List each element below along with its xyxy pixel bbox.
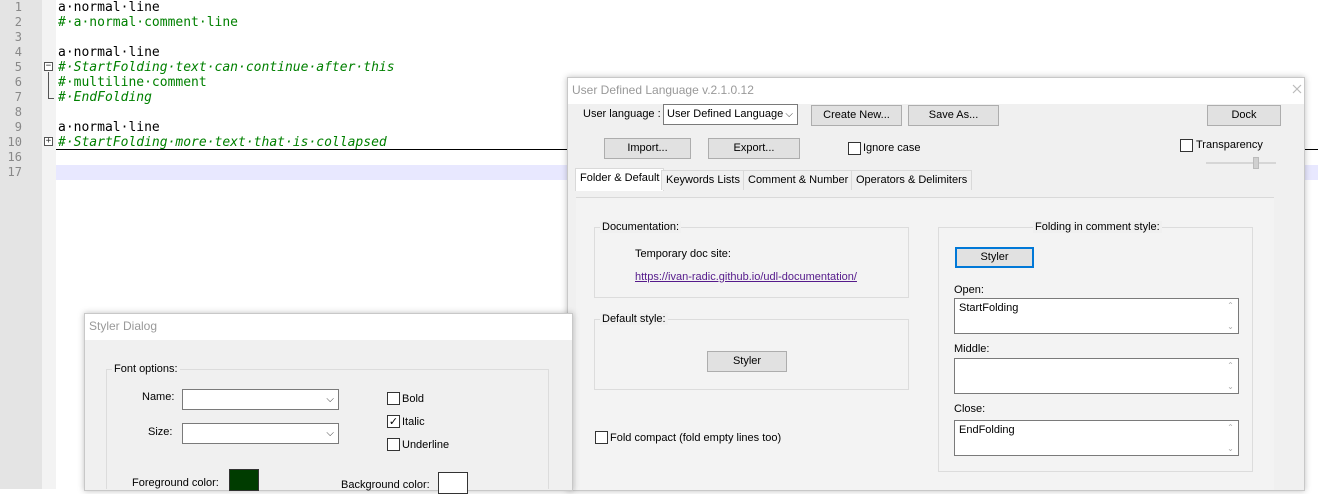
scroll-up-icon[interactable]: ⌃ [1226,361,1235,370]
bold-checkbox[interactable] [387,392,400,405]
background-color-swatch[interactable] [438,472,468,494]
transparency-slider-track[interactable] [1206,162,1276,164]
chevron-down-icon: ⌵ [326,428,334,439]
scroll-down-icon[interactable]: ⌄ [1226,322,1235,331]
line-number: 4 [14,45,22,59]
transparency-slider-thumb[interactable] [1253,157,1259,169]
fold-margin[interactable] [42,0,56,489]
import-button[interactable]: Import... [604,138,691,159]
italic-checkbox[interactable]: ✓ [387,415,400,428]
chevron-down-icon: ⌵ [326,394,334,405]
font-name-select[interactable]: ⌵ [182,389,339,410]
fold-closed-icon[interactable]: + [44,137,53,146]
user-language-value: User Defined Language [667,108,784,120]
scroll-down-icon[interactable]: ⌄ [1226,444,1235,453]
bold-label: Bold [402,393,425,405]
open-value: StartFolding [959,302,1019,314]
default-style-title: Default style: [600,313,668,325]
underline-checkbox[interactable] [387,438,400,451]
scroll-up-icon[interactable]: ⌃ [1226,423,1235,432]
background-color-label: Background color: [341,479,430,491]
dock-button[interactable]: Dock [1207,105,1281,126]
middle-input[interactable]: ⌃ ⌄ [954,358,1239,394]
fold-range-line [48,72,49,98]
fold-range-end [48,98,54,99]
open-label: Open: [954,284,984,296]
code-line[interactable]: a·normal·line [58,0,160,15]
close-input[interactable]: EndFolding ⌃ ⌄ [954,420,1239,456]
line-number: 16 [7,150,22,164]
comment-line[interactable]: #·EndFolding [58,90,152,105]
comment-line[interactable]: #·StartFolding·text·can·continue·after·t… [58,60,395,75]
middle-label: Middle: [954,343,990,355]
temp-doc-label: Temporary doc site: [635,248,731,260]
doc-link[interactable]: https://ivan-radic.github.io/udl-documen… [635,271,857,283]
scroll-up-icon[interactable]: ⌃ [1226,301,1235,310]
folding-styler-button[interactable]: Styler [955,247,1034,268]
line-number: 6 [14,75,22,89]
user-language-label: User language : [583,108,661,120]
line-number: 3 [14,30,22,44]
tab-operators-delimiters[interactable]: Operators & Delimiters [851,170,973,190]
line-number: 10 [7,135,22,149]
create-new-button[interactable]: Create New... [811,105,902,126]
ignore-case-label: Ignore case [863,142,921,154]
tab-keywords-lists[interactable]: Keywords Lists [661,170,745,190]
foreground-color-label: Foreground color: [132,477,219,489]
comment-line[interactable]: #·StartFolding·more·text·that·is·collaps… [58,135,387,150]
comment-line[interactable]: #·multiline·comment [58,75,207,90]
fold-compact-checkbox[interactable] [595,431,608,444]
line-number: 2 [14,15,22,29]
font-name-label: Name: [142,391,175,403]
open-input[interactable]: StartFolding ⌃ ⌄ [954,298,1239,334]
close-label: Close: [954,403,986,415]
code-line[interactable]: a·normal·line [58,45,160,60]
fold-compact-label: Fold compact (fold empty lines too) [610,432,782,444]
underline-label: Underline [402,439,450,451]
font-size-select[interactable]: ⌵ [182,423,339,444]
line-number: 1 [14,0,22,14]
comment-line[interactable]: #·a·normal·comment·line [58,15,238,30]
close-value: EndFolding [959,424,1015,436]
font-size-label: Size: [148,426,173,438]
documentation-group [594,227,909,298]
close-icon[interactable] [1289,79,1305,101]
transparency-label: Transparency [1196,139,1263,151]
export-button[interactable]: Export... [708,138,800,159]
font-options-title: Font options: [112,363,180,375]
code-line[interactable]: a·normal·line [58,120,160,135]
line-number: 5 [14,60,22,74]
italic-label: Italic [402,416,425,428]
scroll-down-icon[interactable]: ⌄ [1226,382,1235,391]
fold-open-icon[interactable]: − [44,62,53,71]
foreground-color-swatch[interactable] [229,469,259,491]
line-number: 7 [14,90,22,104]
styler-dialog-title[interactable]: Styler Dialog [85,314,572,340]
line-number: 8 [14,105,22,119]
user-language-select[interactable]: User Defined Language ⌵ [663,104,798,125]
documentation-title: Documentation: [600,221,682,233]
udl-dialog-title[interactable]: User Defined Language v.2.1.0.12 [568,78,1304,104]
ignore-case-checkbox[interactable] [848,142,861,155]
line-number: 17 [7,165,22,179]
tab-comment-number[interactable]: Comment & Number [743,170,854,190]
save-as-button[interactable]: Save As... [908,105,999,126]
default-styler-button[interactable]: Styler [707,351,787,372]
chevron-down-icon: ⌵ [785,109,793,120]
transparency-checkbox[interactable] [1180,139,1193,152]
folding-comment-title: Folding in comment style: [1033,221,1162,233]
tab-folder-default[interactable]: Folder & Default [575,168,665,191]
line-number: 9 [14,120,22,134]
